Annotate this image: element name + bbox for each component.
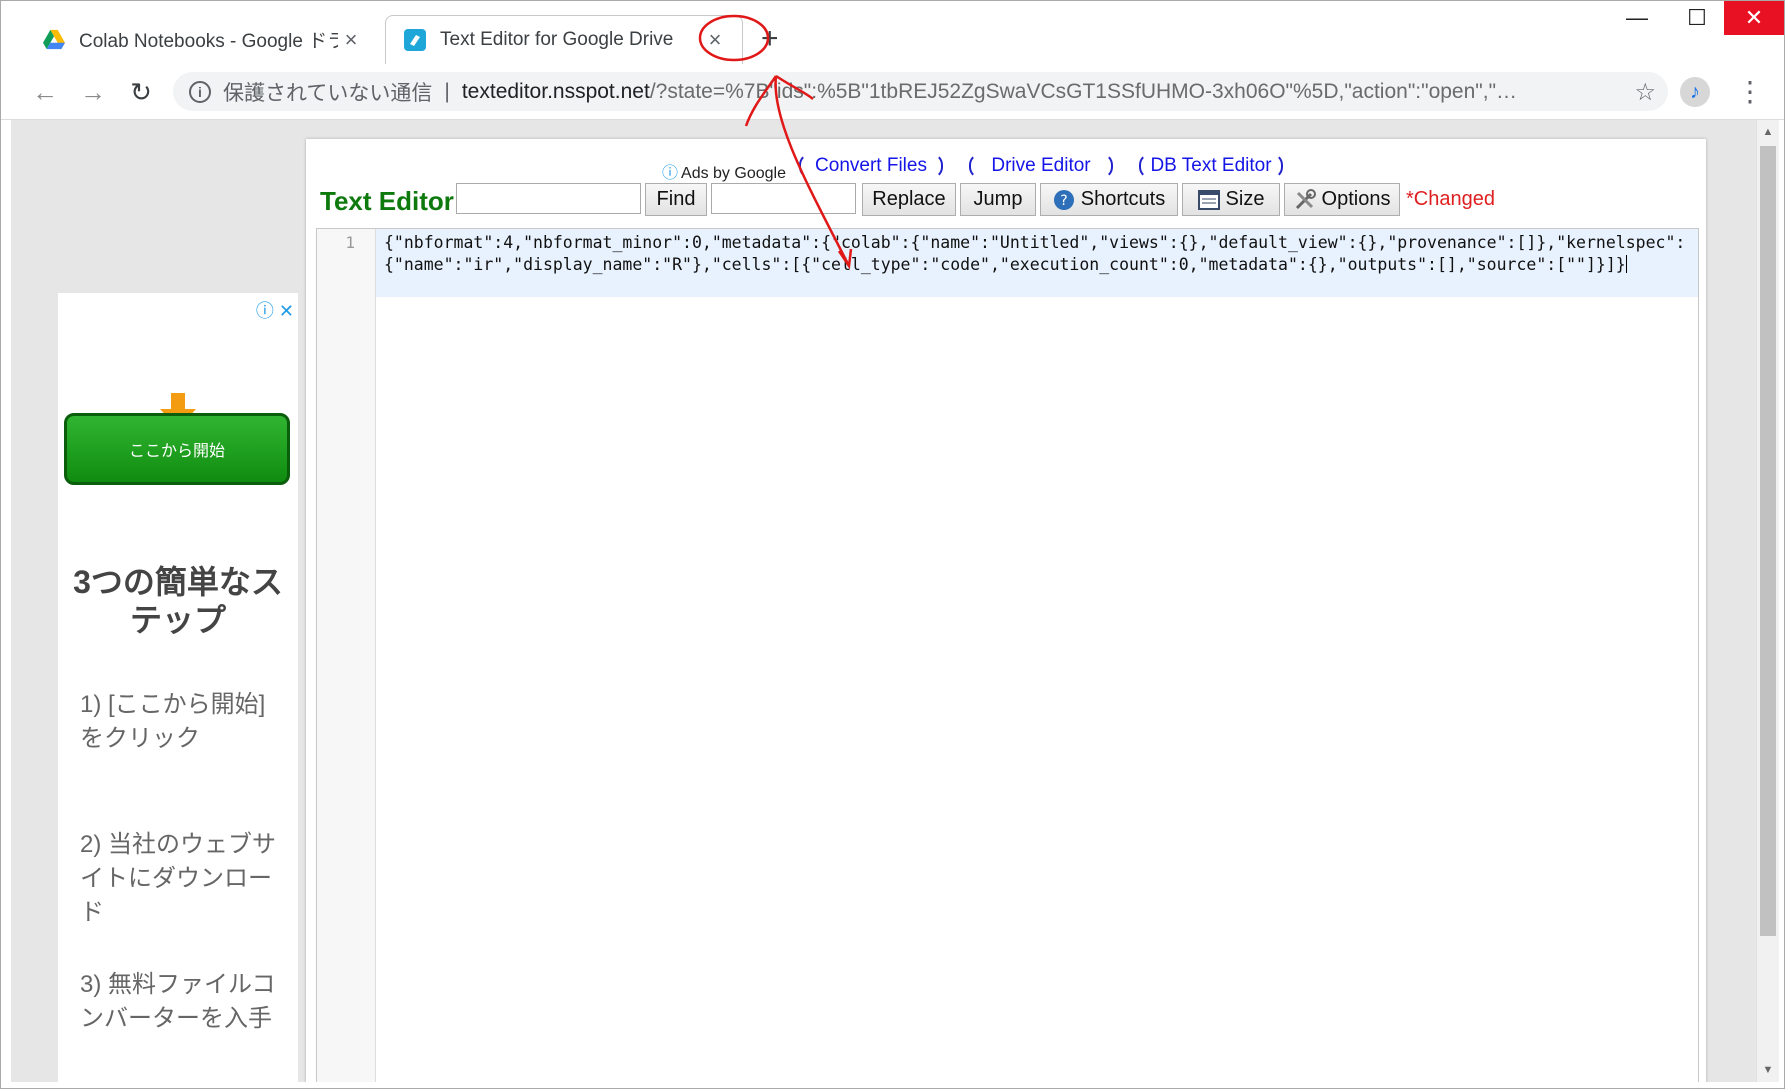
size-button[interactable]: Size	[1182, 183, 1280, 216]
find-button[interactable]: Find	[645, 183, 707, 216]
line-number: 1	[345, 233, 355, 252]
maximize-button[interactable]: ☐	[1667, 1, 1727, 35]
db-text-editor-link[interactable]: DB Text Editor	[1139, 153, 1283, 179]
browser-window: Colab Notebooks - Google ドライ × Text Edit…	[0, 0, 1785, 1089]
tools-icon	[1295, 188, 1316, 209]
options-button[interactable]: Options	[1284, 183, 1400, 216]
ad-step: 1) [ここから開始]をクリック	[80, 691, 266, 752]
changed-indicator: *Changed	[1406, 188, 1495, 210]
menu-icon[interactable]: ⋮	[1736, 72, 1764, 112]
replace-button[interactable]: Replace	[862, 183, 956, 216]
code-editor[interactable]: 1 {"nbformat":4,"nbformat_minor":0,"meta…	[316, 228, 1699, 1082]
minimize-button[interactable]: —	[1607, 1, 1667, 35]
new-tab-button[interactable]: +	[761, 23, 779, 55]
window-size-icon	[1197, 189, 1220, 210]
ad-panel[interactable]: ⓘ ✕ ここから開始 3つの簡単なステップ 1) [ここから開始]をクリック 2…	[58, 293, 298, 1082]
info-icon[interactable]: i	[189, 80, 211, 103]
scroll-down-icon[interactable]: ▼	[1757, 1064, 1779, 1076]
page-viewport: ⓘ ✕ ここから開始 3つの簡単なステップ 1) [ここから開始]をクリック 2…	[11, 120, 1756, 1082]
scroll-thumb[interactable]	[1760, 146, 1776, 936]
app-title: Text Editor	[320, 186, 454, 216]
ad-step: 2) 当社のウェブサイトにダウンロード	[80, 831, 277, 926]
convert-files-link[interactable]: Convert Files	[799, 153, 943, 179]
editor-content[interactable]: {"nbformat":4,"nbformat_minor":0,"metada…	[384, 232, 1689, 276]
tab-text-editor[interactable]: Text Editor for Google Drive ×	[385, 15, 743, 64]
window-close-button[interactable]: ✕	[1724, 1, 1784, 35]
ads-by-label: Ads by Google	[681, 165, 786, 182]
editor-toolbar: Text Editor Find Replace Jump ? Shortcut…	[306, 183, 1706, 217]
shortcuts-button[interactable]: ? Shortcuts	[1040, 183, 1178, 216]
size-label: Size	[1225, 188, 1265, 210]
svg-text:?: ?	[1060, 193, 1067, 209]
forward-button[interactable]: →	[73, 72, 113, 112]
address-bar[interactable]: i 保護されていない通信 | texteditor.nsspot.net /?s…	[173, 72, 1668, 111]
tab-strip: Colab Notebooks - Google ドライ × Text Edit…	[1, 1, 1784, 64]
address-separator: |	[444, 79, 450, 103]
extension-icon[interactable]: ♪	[1680, 77, 1710, 107]
ad-step: 3) 無料ファイルコンバーターを入手	[80, 971, 276, 1032]
text-editor-page: ⓘ Ads by Google Convert Files Drive Edito…	[306, 139, 1706, 1082]
insecure-label: 保護されていない通信	[223, 81, 433, 105]
page-scrollbar[interactable]: ▲ ▼	[1756, 120, 1779, 1082]
back-button[interactable]: ←	[25, 72, 65, 112]
shortcuts-label: Shortcuts	[1080, 188, 1166, 210]
tab-close-icon[interactable]: ×	[338, 27, 364, 53]
ad-heading: 3つの簡単なステップ	[73, 564, 283, 638]
find-input[interactable]	[456, 183, 641, 214]
reload-button[interactable]: ↻	[121, 72, 161, 112]
bookmark-star-icon[interactable]: ☆	[1634, 78, 1656, 107]
google-drive-icon	[43, 29, 65, 49]
active-line[interactable]: {"nbformat":4,"nbformat_minor":0,"metada…	[376, 229, 1698, 297]
top-links: ⓘ Ads by Google Convert Files Drive Edito…	[306, 153, 1706, 182]
line-gutter: 1	[317, 229, 376, 1082]
tab-close-icon[interactable]: ×	[702, 27, 728, 53]
tab-title: Colab Notebooks - Google ドライ	[79, 31, 338, 52]
options-label: Options	[1321, 188, 1391, 210]
tab-colab-notebooks[interactable]: Colab Notebooks - Google ドライ ×	[23, 15, 378, 64]
ad-info-icon: ⓘ	[662, 165, 679, 182]
drive-editor-link[interactable]: Drive Editor	[969, 153, 1113, 179]
ads-by-google[interactable]: ⓘ Ads by Google	[662, 159, 786, 183]
replace-input[interactable]	[711, 183, 856, 214]
url-path: /?state=%7B"ids":%5B"1tbREJ52ZgSwaVCsGT1…	[649, 79, 1518, 103]
text-editor-icon	[404, 29, 426, 51]
jump-button[interactable]: Jump	[960, 183, 1036, 216]
help-icon: ?	[1053, 189, 1074, 210]
ad-choices-icon[interactable]: ⓘ ✕	[256, 297, 294, 323]
url-host: texteditor.nsspot.net	[461, 79, 650, 103]
tab-title: Text Editor for Google Drive	[440, 29, 674, 50]
text-caret	[1625, 255, 1627, 273]
ad-start-button[interactable]: ここから開始	[64, 413, 290, 485]
editor-text: {"nbformat":4,"nbformat_minor":0,"metada…	[384, 233, 1686, 274]
browser-toolbar: ← → ↻ i 保護されていない通信 | texteditor.nsspot.n…	[1, 64, 1784, 120]
scroll-up-icon[interactable]: ▲	[1757, 126, 1779, 138]
